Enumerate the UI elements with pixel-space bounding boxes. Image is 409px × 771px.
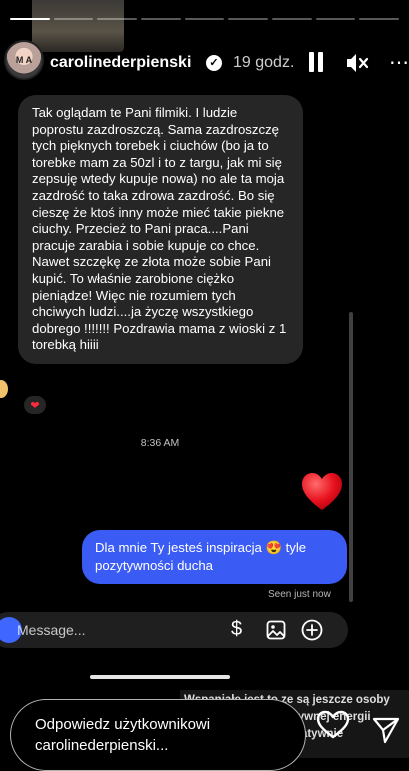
pause-bar [318, 52, 323, 72]
story-progress-bar [10, 18, 400, 20]
story-header: M A carolinederpienski ✓ 19 godz. ⋯ [0, 38, 409, 88]
seen-status: Seen just now [268, 589, 331, 600]
incoming-message-bubble: Tak oglądam te Pani filmiki. I ludzie po… [18, 95, 303, 364]
heart-reaction[interactable]: ❤ [22, 394, 48, 416]
progress-segment [184, 18, 225, 20]
heart-emoji-icon [302, 473, 342, 510]
outgoing-message-bubble: Dla mnie Ty jesteś inspiracja 😍 tyle poz… [82, 530, 347, 584]
dollar-icon[interactable]: $ [231, 618, 242, 641]
more-options-button[interactable]: ⋯ [389, 50, 409, 75]
pause-button[interactable] [309, 52, 323, 72]
progress-segment [272, 18, 312, 20]
add-circle-icon[interactable] [301, 619, 323, 641]
heart-icon[interactable] [316, 710, 350, 740]
story-reply-input[interactable]: Odpowiedz użytkownikowi carolinederpiens… [10, 699, 306, 771]
avatar[interactable]: M A [4, 40, 44, 80]
progress-segment [141, 18, 181, 20]
progress-segment [315, 18, 356, 20]
image-icon[interactable] [266, 620, 286, 640]
mute-button[interactable] [345, 52, 369, 74]
progress-segment [53, 18, 94, 20]
message-timestamp: 8:36 AM [140, 437, 180, 449]
story-time: 19 godz. [233, 54, 295, 71]
progress-segment [10, 18, 50, 20]
message-compose-bar[interactable]: Message... $ [0, 612, 348, 648]
speaker-muted-icon [347, 54, 369, 72]
verified-badge-icon: ✓ [206, 55, 222, 71]
progress-segment [359, 18, 400, 20]
progress-segment [228, 18, 269, 20]
chat-scrollbar[interactable] [349, 312, 353, 602]
username[interactable]: carolinederpienski [50, 54, 191, 72]
message-input[interactable]: Message... [17, 622, 85, 638]
home-indicator [90, 675, 230, 679]
send-icon[interactable] [371, 715, 401, 745]
emoji-avatar-icon [0, 380, 8, 398]
progress-segment [97, 18, 138, 20]
pause-bar [309, 52, 314, 72]
